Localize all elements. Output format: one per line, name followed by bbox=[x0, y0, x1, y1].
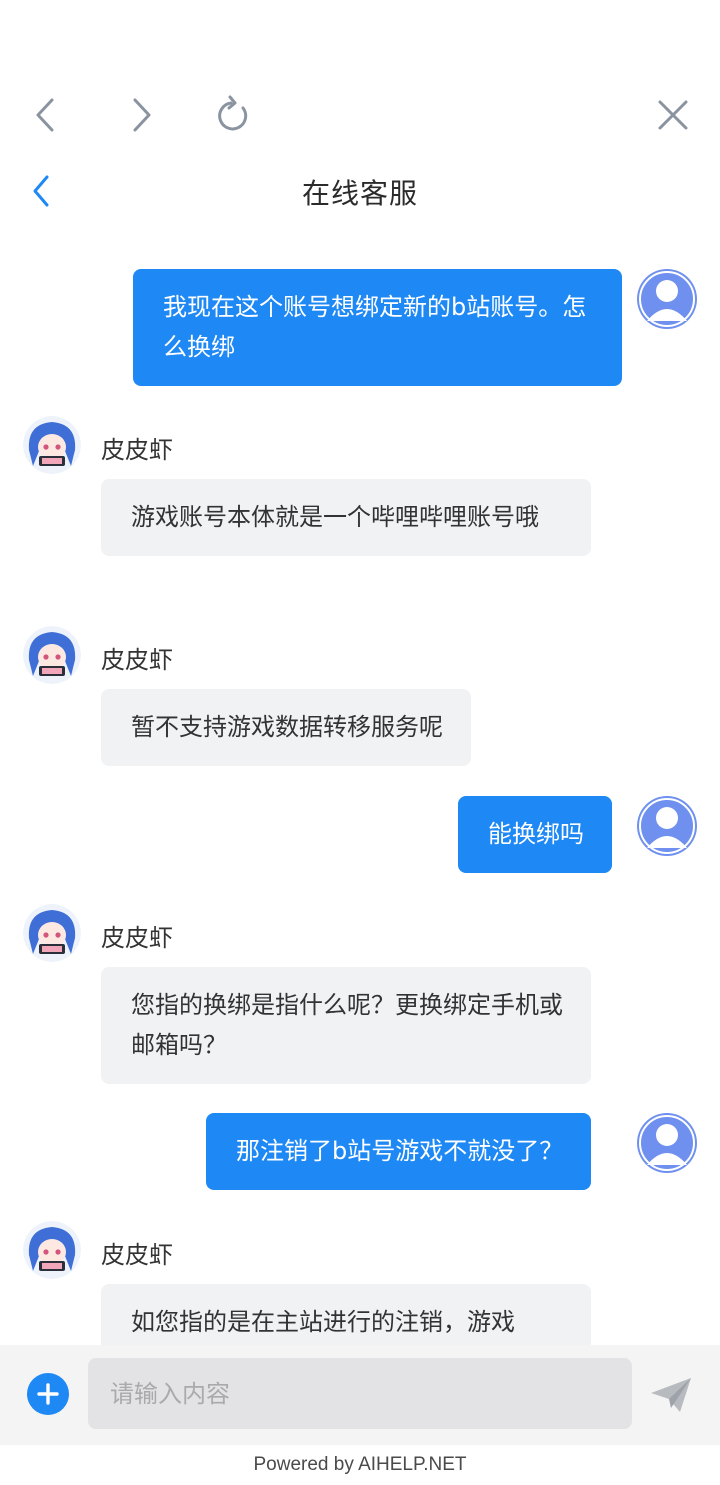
user-avatar bbox=[637, 1113, 697, 1173]
agent-message-bubble: 如您指的是在主站进行的注销，游戏 bbox=[101, 1284, 591, 1345]
page-header: 在线客服 bbox=[0, 160, 720, 222]
message-input-bar bbox=[0, 1345, 720, 1445]
send-icon bbox=[651, 1378, 691, 1412]
back-arrow-icon bbox=[36, 98, 54, 132]
browser-forward-button[interactable] bbox=[117, 92, 163, 138]
user-avatar-icon bbox=[639, 1115, 695, 1171]
agent-name: 皮皮虾 bbox=[101, 924, 173, 952]
user-avatar-icon bbox=[639, 271, 695, 327]
agent-avatar bbox=[23, 904, 81, 962]
agent-avatar bbox=[23, 626, 81, 684]
anime-girl-avatar-icon bbox=[23, 626, 81, 684]
user-avatar-icon bbox=[639, 798, 695, 854]
anime-girl-avatar-icon bbox=[23, 1221, 81, 1279]
forward-arrow-icon bbox=[133, 98, 151, 132]
user-avatar bbox=[637, 269, 697, 329]
refresh-icon bbox=[218, 95, 248, 131]
plus-icon bbox=[37, 1383, 59, 1405]
anime-girl-avatar-icon bbox=[23, 416, 81, 474]
agent-message-bubble: 您指的换绑是指什么呢？更换绑定手机或邮箱吗？ bbox=[101, 967, 591, 1084]
add-attachment-button[interactable] bbox=[27, 1373, 69, 1415]
agent-message-bubble: 暂不支持游戏数据转移服务呢 bbox=[101, 689, 471, 766]
agent-name: 皮皮虾 bbox=[101, 1241, 173, 1269]
user-message-bubble: 我现在这个账号想绑定新的b站账号。怎么换绑 bbox=[133, 269, 622, 386]
user-message-bubble: 那注销了b站号游戏不就没了？ bbox=[206, 1113, 592, 1190]
message-input[interactable] bbox=[88, 1358, 632, 1429]
browser-toolbar bbox=[0, 80, 720, 150]
close-icon bbox=[658, 100, 688, 130]
agent-name: 皮皮虾 bbox=[101, 436, 173, 464]
browser-close-button[interactable] bbox=[650, 92, 696, 138]
browser-back-button[interactable] bbox=[24, 92, 70, 138]
browser-refresh-button[interactable] bbox=[211, 92, 257, 138]
user-avatar bbox=[637, 796, 697, 856]
user-message-bubble: 能换绑吗 bbox=[458, 796, 612, 873]
anime-girl-avatar-icon bbox=[23, 904, 81, 962]
powered-by-footer: Powered by AIHELP.NET bbox=[253, 1454, 467, 1475]
chat-log: 我现在这个账号想绑定新的b站账号。怎么换绑 皮皮虾 游戏账号本体就是一个哔哩哔哩… bbox=[0, 222, 720, 1345]
agent-message-bubble: 游戏账号本体就是一个哔哩哔哩账号哦 bbox=[101, 479, 591, 556]
send-button[interactable] bbox=[646, 1373, 696, 1417]
page-title: 在线客服 bbox=[301, 177, 418, 210]
support-sheet: 在线客服 我现在这个账号想绑定新的b站账号。怎么换绑 皮皮虾 游戏账号本体就是一… bbox=[0, 0, 720, 1485]
agent-name: 皮皮虾 bbox=[101, 646, 173, 674]
agent-avatar bbox=[23, 416, 81, 474]
agent-avatar bbox=[23, 1221, 81, 1279]
